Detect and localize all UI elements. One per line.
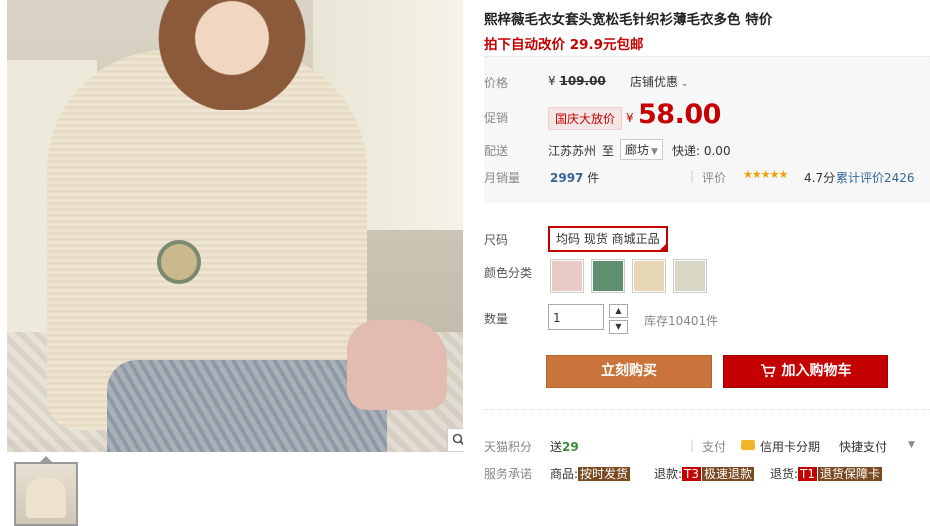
stock-count: 库存10401件 <box>644 314 719 328</box>
rating-score: 4.7分 <box>804 171 836 185</box>
main-product-image[interactable] <box>7 0 463 452</box>
size-label: 尺码 <box>484 233 509 247</box>
service-return-prefix: 退货: <box>770 467 799 481</box>
service-label: 服务承诺 <box>484 467 533 481</box>
service-return-tag: 退货保障卡 <box>818 467 883 481</box>
thumbnail-sweater <box>26 478 66 518</box>
product-subtitle: 拍下自动改价 29.9元包邮 <box>484 37 644 53</box>
color-swatch[interactable] <box>632 259 666 293</box>
fast-pay[interactable]: 快捷支付 <box>839 438 887 455</box>
monthly-sales-label: 月销量 <box>484 171 521 185</box>
color-label: 颜色分类 <box>484 266 533 280</box>
sku-selector: 尺码 均码 现货 商城正品 颜色分类 数量 1 ▲ ▼ 库存10401件 立刻购… <box>484 212 930 402</box>
color-swatch[interactable] <box>673 259 707 293</box>
add-to-cart-label: 加入购物车 <box>781 363 852 379</box>
original-price: ¥ 109.00 <box>548 74 606 88</box>
color-swatch[interactable] <box>550 259 584 293</box>
product-gallery <box>0 0 470 526</box>
credit-card-icon <box>741 440 755 450</box>
increase-icon[interactable]: ▲ <box>609 304 628 318</box>
color-swatch-fill <box>634 261 664 291</box>
promo-tag: 国庆大放价 <box>548 107 623 130</box>
payment-label: 支付 <box>702 440 727 454</box>
credit-card-installment[interactable]: 信用卡分期 <box>760 438 820 455</box>
jeans-shape <box>107 360 387 452</box>
boot-shape <box>347 320 447 410</box>
original-price-yen: ¥ <box>548 74 556 88</box>
service-return-badge: T1 <box>798 467 818 481</box>
express-fee: 快递: 0.00 <box>672 144 731 158</box>
points-value: 送29 <box>550 438 579 455</box>
size-option-label: 均码 现货 商城正品 <box>556 232 660 246</box>
chevron-down-icon: ⌄ <box>678 79 689 89</box>
necklace-pendant <box>157 240 201 284</box>
chevron-down-icon[interactable]: ▼ <box>908 440 915 450</box>
rating-stars-icon: ★★★★★ <box>743 168 788 181</box>
service-refund-prefix: 退款: <box>654 467 683 481</box>
promo-label: 促销 <box>484 111 509 125</box>
add-to-cart-button[interactable]: 加入购物车 <box>723 355 888 388</box>
service-section: 天猫积分 送29 | 支付 信用卡分期 快捷支付 ▼ 服务承诺 商品: 按时发货 … <box>484 409 930 481</box>
ship-to-word: 至 <box>602 144 615 158</box>
color-swatch-fill <box>552 261 582 291</box>
monthly-sales-count: 2997 <box>550 171 584 185</box>
color-swatches <box>550 259 707 293</box>
divider: | <box>690 169 695 183</box>
promo-price-yen: ¥ <box>626 111 634 125</box>
points-label: 天猫积分 <box>484 440 533 454</box>
cart-icon <box>760 364 776 378</box>
monthly-sales-unit: 件 <box>587 171 600 185</box>
thumbnail-image[interactable] <box>14 462 78 526</box>
destination-value: 廊坊 <box>625 143 650 157</box>
service-refund[interactable]: 退款: T3 极速退款 <box>654 465 755 482</box>
product-info: 熙梓薇毛衣女套头宽松毛针织衫薄毛衣多色 特价 拍下自动改价 29.9元包邮 价格… <box>484 0 930 524</box>
monthly-sales: 2997 件 <box>550 169 599 186</box>
destination-select[interactable]: 廊坊 ▼ <box>620 139 663 160</box>
points-number: 29 <box>562 440 579 454</box>
zoom-icon[interactable] <box>447 428 463 452</box>
size-option[interactable]: 均码 现货 商城正品 <box>548 226 668 252</box>
review-count-link[interactable]: 累计评价2426 <box>836 169 915 186</box>
original-price-value: 109.00 <box>559 74 606 88</box>
shop-discount-label: 店铺优惠 <box>630 75 679 89</box>
shipping-label: 配送 <box>484 144 509 158</box>
shop-discount-dropdown[interactable]: 店铺优惠 ⌄ <box>630 73 688 90</box>
quantity-input[interactable]: 1 <box>548 304 604 330</box>
ship-from: 江苏苏州 <box>548 144 597 158</box>
product-title: 熙梓薇毛衣女套头宽松毛针织衫薄毛衣多色 特价 <box>484 12 773 28</box>
decrease-icon[interactable]: ▼ <box>609 320 628 334</box>
chevron-down-icon: ▼ <box>651 147 658 157</box>
price-panel: 价格 ¥ 109.00 店铺优惠 ⌄ 促销 国庆大放价 ¥ 58.00 配送 江… <box>484 56 930 203</box>
selected-check-icon <box>657 242 668 252</box>
service-goods-tag: 按时发货 <box>578 467 631 481</box>
divider: | <box>690 438 695 452</box>
color-swatch-fill <box>675 261 705 291</box>
color-swatch[interactable] <box>591 259 625 293</box>
promo-price: 58.00 <box>638 99 721 130</box>
points-text: 送 <box>550 440 563 454</box>
quantity-label: 数量 <box>484 312 509 326</box>
review-label: 评价 <box>702 171 727 185</box>
price-label: 价格 <box>484 76 509 90</box>
service-return[interactable]: 退货: T1 退货保障卡 <box>770 465 883 482</box>
model-head <box>157 0 307 110</box>
color-swatch-fill <box>593 261 623 291</box>
service-refund-tag: 极速退款 <box>702 467 755 481</box>
buy-now-button[interactable]: 立刻购买 <box>546 355 712 388</box>
service-goods-prefix: 商品: <box>550 467 579 481</box>
service-refund-badge: T3 <box>682 467 702 481</box>
service-goods[interactable]: 商品: 按时发货 <box>550 465 631 482</box>
